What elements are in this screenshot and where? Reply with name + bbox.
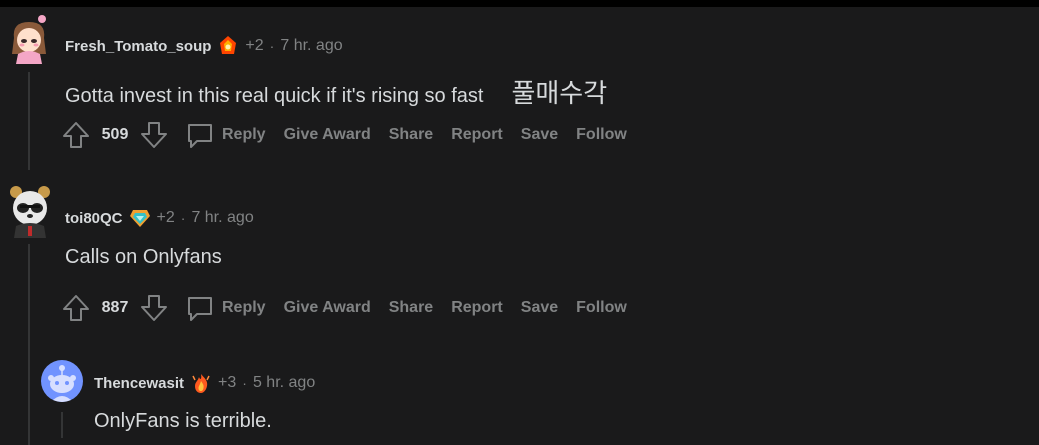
author-name[interactable]: Fresh_Tomato_soup bbox=[65, 38, 211, 55]
flame-award-icon bbox=[190, 372, 212, 394]
upvote-icon[interactable] bbox=[60, 292, 92, 324]
karma-delta: +2 bbox=[156, 209, 175, 226]
thread-line[interactable] bbox=[61, 412, 63, 438]
vote-count: 887 bbox=[101, 299, 129, 316]
comment-header: Fresh_Tomato_soup +2 · 7 hr. ago bbox=[65, 35, 343, 57]
upvote-icon[interactable] bbox=[60, 119, 92, 151]
downvote-icon[interactable] bbox=[138, 119, 170, 151]
reply-button[interactable]: Reply bbox=[222, 299, 266, 317]
give-award-button[interactable]: Give Award bbox=[284, 126, 371, 144]
share-button[interactable]: Share bbox=[389, 126, 433, 144]
comment-bubble-icon[interactable] bbox=[184, 292, 216, 324]
karma-delta: +3 bbox=[218, 374, 237, 391]
comment-body: OnlyFans is terrible. bbox=[94, 410, 272, 433]
thread-line[interactable] bbox=[28, 72, 30, 170]
comment-text: Calls on Onlyfans bbox=[65, 246, 222, 268]
default-snoo-avatar-icon bbox=[48, 365, 76, 402]
comment-text: Gotta invest in this real quick if it's … bbox=[65, 85, 484, 107]
follow-button[interactable]: Follow bbox=[576, 299, 627, 317]
comment-bubble-icon[interactable] bbox=[184, 119, 216, 151]
karma-delta: +2 bbox=[245, 37, 264, 54]
timestamp[interactable]: 7 hr. ago bbox=[280, 37, 342, 55]
follow-button[interactable]: Follow bbox=[576, 126, 627, 144]
author-name[interactable]: toi80QC bbox=[65, 210, 123, 227]
report-button[interactable]: Report bbox=[451, 126, 503, 144]
comment-text: OnlyFans is terrible. bbox=[94, 410, 272, 432]
report-button[interactable]: Report bbox=[451, 299, 503, 317]
avatar[interactable] bbox=[8, 14, 50, 64]
meta-separator: · bbox=[242, 375, 247, 391]
comment-text-korean: 풀매수각 bbox=[511, 78, 608, 108]
comment-actions: 509 Reply Give Award Share Report Save F… bbox=[60, 118, 627, 152]
timestamp[interactable]: 5 hr. ago bbox=[253, 374, 315, 392]
comment-body: Gotta invest in this real quick if it's … bbox=[65, 73, 607, 110]
comment-body: Calls on Onlyfans bbox=[65, 246, 222, 269]
gem-award-icon bbox=[129, 207, 151, 229]
meta-separator: · bbox=[269, 38, 275, 54]
fire-award-icon bbox=[217, 35, 239, 57]
save-button[interactable]: Save bbox=[521, 126, 558, 144]
save-button[interactable]: Save bbox=[521, 299, 558, 317]
panda-bear-avatar-icon bbox=[10, 186, 50, 238]
thread-line[interactable] bbox=[28, 244, 30, 445]
author-name[interactable]: Thencewasit bbox=[94, 375, 184, 392]
give-award-button[interactable]: Give Award bbox=[284, 299, 371, 317]
timestamp[interactable]: 7 hr. ago bbox=[191, 209, 253, 227]
downvote-icon[interactable] bbox=[138, 292, 170, 324]
avatar[interactable] bbox=[41, 360, 83, 402]
share-button[interactable]: Share bbox=[389, 299, 433, 317]
comment-header: Thencewasit +3 · 5 hr. ago bbox=[94, 372, 315, 394]
comment-header: toi80QC +2 · 7 hr. ago bbox=[65, 207, 254, 229]
top-bar bbox=[0, 0, 1039, 7]
meta-separator: · bbox=[180, 210, 186, 226]
reply-button[interactable]: Reply bbox=[222, 126, 266, 144]
avatar[interactable] bbox=[8, 184, 52, 238]
pink-haired-girl-avatar-icon bbox=[12, 15, 46, 64]
vote-count: 509 bbox=[101, 126, 129, 143]
comment-actions: 887 Reply Give Award Share Report Save F… bbox=[60, 291, 627, 325]
